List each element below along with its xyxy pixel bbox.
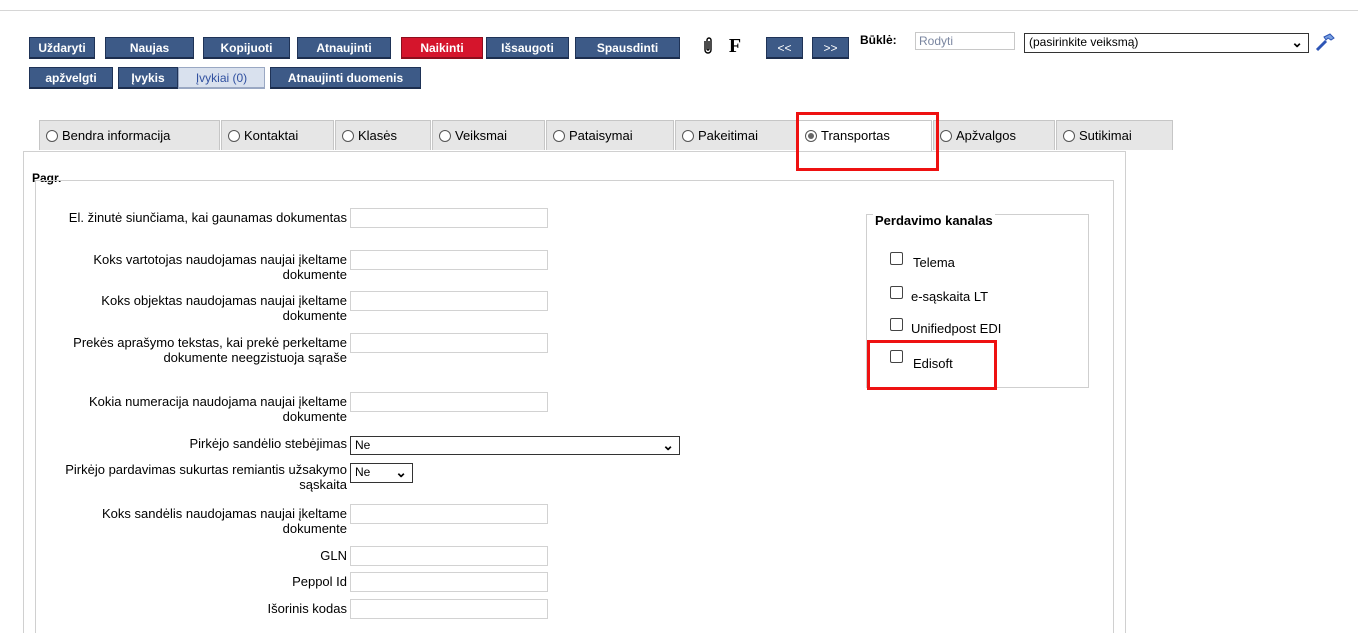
close-button[interactable]: Uždaryti	[29, 37, 95, 59]
radio-icon	[228, 130, 240, 142]
telema-checkbox[interactable]	[890, 252, 903, 265]
unifiedpost-checkbox[interactable]	[890, 318, 903, 331]
tab-label: Klasės	[358, 128, 398, 143]
prev-button[interactable]: <<	[766, 37, 803, 59]
delete-button[interactable]: Naikinti	[401, 37, 483, 59]
object-new-input[interactable]	[350, 291, 548, 311]
copy-button[interactable]: Kopijuoti	[203, 37, 290, 59]
user-new-label: Koks vartotojas naudojamas naujai įkelta…	[93, 252, 347, 282]
tab-corrections[interactable]: Pataisymai	[546, 120, 674, 150]
telema-label: Telema	[913, 255, 955, 270]
action-select-value: (pasirinkite veiksmą)	[1029, 35, 1139, 49]
status-label: Būklė:	[860, 33, 897, 47]
review-button[interactable]: apžvelgti	[29, 67, 113, 89]
esaskaita-label: e-sąskaita LT	[911, 289, 989, 304]
tab-contacts[interactable]: Kontaktai	[221, 120, 334, 150]
peppol-id-label: Peppol Id	[292, 574, 347, 589]
new-button[interactable]: Naujas	[105, 37, 194, 59]
chevron-down-icon: ⌄	[1291, 34, 1303, 50]
save-button[interactable]: Išsaugoti	[486, 37, 569, 59]
tab-label: Pataisymai	[569, 128, 633, 143]
warehouse-new-input[interactable]	[350, 504, 548, 524]
radio-icon	[342, 130, 354, 142]
f-icon[interactable]: F	[724, 35, 746, 57]
numbering-new-input[interactable]	[350, 392, 548, 412]
tab-classes[interactable]: Klasės	[335, 120, 431, 150]
buyer-sale-value: Ne	[355, 465, 371, 479]
hammer-icon[interactable]	[1314, 31, 1336, 53]
chevron-down-icon: ⌄	[395, 464, 407, 480]
buyer-sale-label: Pirkėjo pardavimas sukurtas remiantis už…	[65, 462, 347, 492]
events-count-button[interactable]: Įvykiai (0)	[178, 67, 265, 89]
radio-icon	[553, 130, 565, 142]
radio-icon	[1063, 130, 1075, 142]
tab-label: Bendra informacija	[62, 128, 171, 143]
buyer-stock-select[interactable]: Ne ⌄	[350, 436, 680, 455]
tab-label: Pakeitimai	[698, 128, 758, 143]
esaskaita-checkbox[interactable]	[890, 286, 903, 299]
tab-label: Sutikimai	[1079, 128, 1132, 143]
tab-actions[interactable]: Veiksmai	[432, 120, 545, 150]
refresh-button[interactable]: Atnaujinti	[297, 37, 391, 59]
tab-label: Veiksmai	[455, 128, 508, 143]
buyer-stock-value: Ne	[355, 438, 371, 452]
refresh-data-button[interactable]: Atnaujinti duomenis	[270, 67, 421, 89]
status-value-field[interactable]: Rodyti	[915, 32, 1015, 50]
radio-icon	[46, 130, 58, 142]
numbering-new-label: Kokia numeracija naudojama naujai įkelta…	[89, 394, 347, 424]
item-description-label: Prekės aprašymo tekstas, kai prekė perke…	[73, 335, 347, 365]
tab-general-info[interactable]: Bendra informacija	[39, 120, 220, 150]
warehouse-new-label: Koks sandėlis naudojamas naujai įkeltame…	[102, 506, 347, 536]
item-description-input[interactable]	[350, 333, 548, 353]
external-code-label: Išorinis kodas	[267, 601, 347, 616]
radio-icon	[940, 130, 952, 142]
email-sent-input[interactable]	[350, 208, 548, 228]
top-divider	[0, 10, 1358, 11]
gln-label: GLN	[320, 548, 347, 563]
action-select[interactable]: (pasirinkite veiksmą) ⌄	[1024, 33, 1309, 53]
print-button[interactable]: Spausdinti	[575, 37, 680, 59]
unifiedpost-label: Unifiedpost EDI	[911, 321, 1002, 336]
paperclip-icon[interactable]	[697, 36, 719, 58]
tab-label: Kontaktai	[244, 128, 299, 143]
channel-legend: Perdavimo kanalas	[873, 213, 995, 228]
external-code-input[interactable]	[350, 599, 548, 619]
edisoft-highlight	[867, 340, 997, 390]
transport-tab-highlight	[796, 112, 939, 171]
radio-icon	[682, 130, 694, 142]
user-new-input[interactable]	[350, 250, 548, 270]
radio-icon	[439, 130, 451, 142]
object-new-label: Koks objektas naudojamas naujai įkeltame…	[101, 293, 347, 323]
email-sent-label: El. žinutė siunčiama, kai gaunamas dokum…	[68, 210, 347, 225]
tab-label: Apžvalgos	[956, 128, 1016, 143]
event-button[interactable]: Įvykis	[118, 67, 178, 89]
next-button[interactable]: >>	[812, 37, 849, 59]
tab-reviews[interactable]: Apžvalgos	[933, 120, 1055, 150]
buyer-stock-label: Pirkėjo sandėlio stebėjimas	[189, 436, 347, 451]
tab-consents[interactable]: Sutikimai	[1056, 120, 1173, 150]
buyer-sale-select[interactable]: Ne ⌄	[350, 463, 413, 483]
peppol-id-input[interactable]	[350, 572, 548, 592]
chevron-down-icon: ⌄	[662, 437, 674, 453]
gln-input[interactable]	[350, 546, 548, 566]
tab-changes[interactable]: Pakeitimai	[675, 120, 797, 150]
